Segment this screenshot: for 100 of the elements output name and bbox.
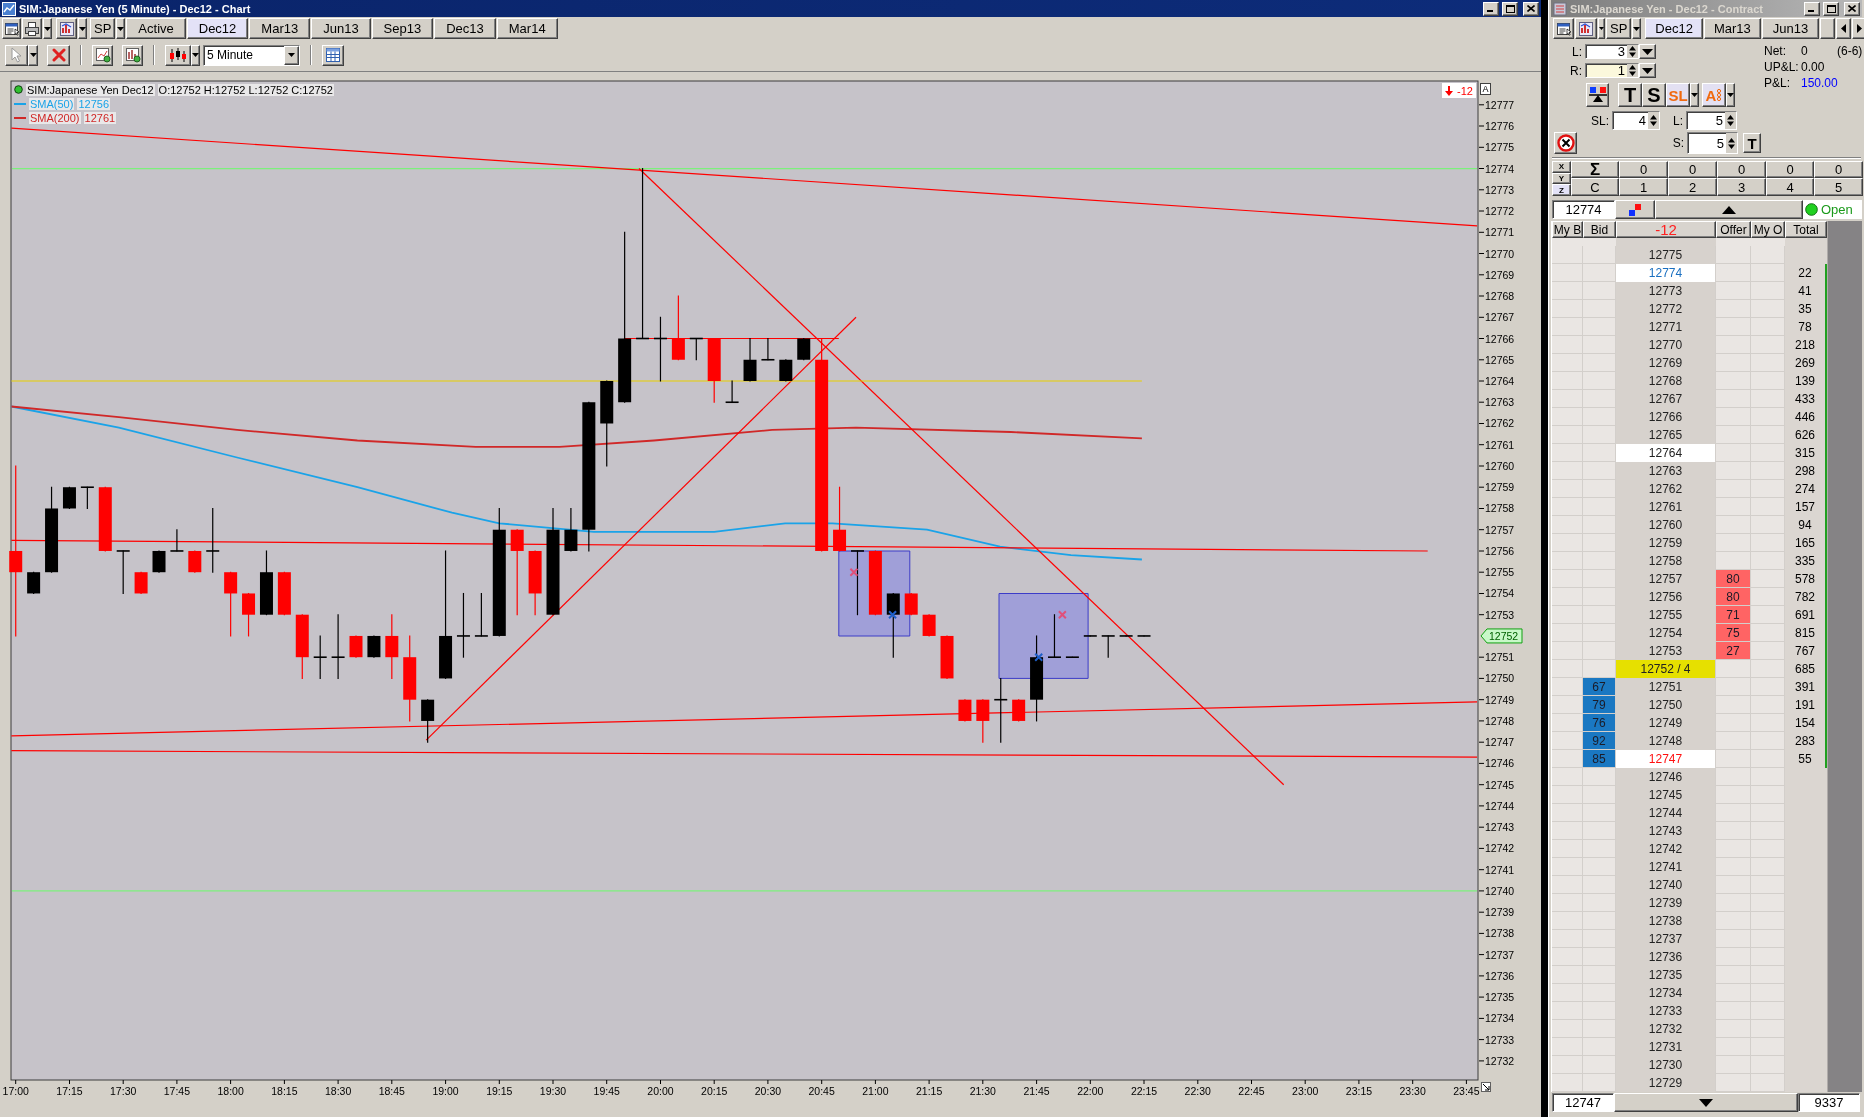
price-cell: 12746 — [1616, 768, 1716, 786]
total-cell: 782 — [1785, 588, 1827, 606]
position-value: 150.00 — [1801, 75, 1838, 90]
stats-cell: 0 — [1766, 161, 1814, 178]
window-title: SIM:Japanese Yen (5 Minute) - Dec12 - Chart — [19, 2, 252, 15]
column-header: Total — [1785, 221, 1827, 238]
price-axis-label: 12745 — [1485, 778, 1515, 791]
stats-cell: 2 — [1668, 178, 1717, 196]
time-axis-label: 20:00 — [647, 1085, 674, 1097]
price-axis-label: 12744 — [1485, 799, 1515, 812]
time-axis-label: 22:45 — [1238, 1085, 1265, 1097]
price-cell: 12747 — [1616, 750, 1716, 768]
time-axis-label: 20:30 — [754, 1085, 782, 1097]
time-axis-label: 22:15 — [1130, 1085, 1158, 1097]
price-axis-label: 12747 — [1485, 736, 1515, 749]
stats-cell: 5 — [1814, 178, 1863, 196]
price-cell: 12774 — [1616, 264, 1716, 282]
price-cell: 12764 — [1616, 444, 1716, 462]
price-cell: 12733 — [1616, 1002, 1716, 1020]
price-axis-label: 12771 — [1485, 226, 1515, 239]
price-cell: 12744 — [1616, 804, 1716, 822]
price-cell: 12758 — [1616, 552, 1716, 570]
time-axis-label: 19:45 — [593, 1085, 620, 1097]
price-axis-label: 12772 — [1485, 205, 1515, 218]
price-cell: 12760 — [1616, 516, 1716, 534]
price-cell: 12763 — [1616, 462, 1716, 480]
status-label: Open — [1821, 202, 1853, 217]
price-axis-label: 12777 — [1485, 98, 1515, 111]
field-label: L: — [1672, 113, 1684, 128]
total-cell: 815 — [1785, 624, 1827, 642]
price-axis-label: 12742 — [1485, 842, 1515, 855]
price-axis-label: 12736 — [1485, 969, 1515, 982]
price-cell: 12769 — [1616, 354, 1716, 372]
time-axis-label: 21:30 — [969, 1085, 996, 1097]
stats-cell: 4 — [1766, 178, 1814, 196]
change-value: -12 — [1457, 84, 1473, 97]
price-axis-label: 12759 — [1485, 481, 1515, 494]
time-axis-label: 18:45 — [378, 1085, 405, 1097]
price-cell: 12732 — [1616, 1020, 1716, 1038]
position-value: 0 — [1801, 43, 1809, 58]
last-price-tag: 12752 — [1480, 628, 1523, 644]
price-axis-label: 12773 — [1485, 183, 1515, 196]
price-axis-label: 12739 — [1485, 906, 1515, 919]
stats-cell: 1 — [1619, 178, 1668, 196]
price-axis-label: 12732 — [1485, 1054, 1515, 1067]
price-cell: 12739 — [1616, 894, 1716, 912]
window-title: SIM:Japanese Yen - Dec12 - Contract — [1570, 2, 1764, 15]
total-cell: 165 — [1785, 534, 1827, 552]
stats-cell: 0 — [1668, 161, 1717, 178]
price-axis-label: 12734 — [1485, 1012, 1515, 1025]
column-header: My B — [1552, 221, 1583, 238]
price-cell: 12753 — [1616, 642, 1716, 660]
price-cell: 12750 — [1616, 696, 1716, 714]
time-axis-label: 23:30 — [1399, 1085, 1426, 1097]
price-axis-label: 12763 — [1485, 396, 1515, 409]
column-header: My O — [1751, 221, 1785, 238]
field-label: S: — [1671, 136, 1685, 150]
price-axis-label: 12776 — [1485, 120, 1515, 133]
price-axis-label: 12757 — [1485, 523, 1515, 536]
price-axis-label: 12765 — [1485, 353, 1515, 366]
total-cell: 191 — [1785, 696, 1827, 714]
price-axis-label: 12761 — [1485, 438, 1515, 451]
price-cell: 12770 — [1616, 336, 1716, 354]
time-axis-label: 19:30 — [539, 1085, 567, 1097]
price-cell: 12737 — [1616, 930, 1716, 948]
total-cell: 626 — [1785, 426, 1827, 444]
price-cell: 12743 — [1616, 822, 1716, 840]
price-axis-label: 12770 — [1485, 247, 1515, 260]
price-cell: 12759 — [1616, 534, 1716, 552]
total-cell: 446 — [1785, 408, 1827, 426]
total-cell: 283 — [1785, 732, 1827, 750]
price-cell: 12768 — [1616, 372, 1716, 390]
time-axis-label: 18:00 — [217, 1085, 244, 1097]
time-axis-label: 17:45 — [163, 1085, 191, 1097]
field-label: SL: — [1590, 113, 1610, 128]
time-axis-label: 18:30 — [324, 1085, 352, 1097]
total-cell: 391 — [1785, 678, 1827, 696]
price-cell: 12762 — [1616, 480, 1716, 498]
position-label: Net: — [1764, 43, 1787, 58]
price-cell: 12738 — [1616, 912, 1716, 930]
price-axis-label: 12774 — [1485, 162, 1515, 175]
stats-cell: 0 — [1814, 161, 1863, 178]
price-cell: 12729 — [1616, 1074, 1716, 1092]
price-axis-label: 12756 — [1485, 544, 1515, 557]
total-cell: 315 — [1785, 444, 1827, 462]
net-change-header: -12 — [1616, 221, 1716, 238]
stats-cell: 3 — [1717, 178, 1766, 196]
stats-cell: C — [1571, 178, 1619, 196]
price-cell: 12757 — [1616, 570, 1716, 588]
price-axis-label: 12740 — [1485, 884, 1515, 897]
total-cell: 94 — [1785, 516, 1827, 534]
position-value: 0.00 — [1801, 59, 1825, 74]
price-cell: 12767 — [1616, 390, 1716, 408]
price-cell: 12752 / 4 — [1616, 660, 1716, 678]
price-axis-label: 12746 — [1485, 757, 1515, 770]
time-axis-label: 20:45 — [808, 1085, 835, 1097]
time-axis-label: 22:30 — [1184, 1085, 1211, 1097]
price-axis-label: 12741 — [1485, 863, 1515, 876]
price-axis-label: 12764 — [1485, 375, 1515, 387]
field-label: L: — [1571, 44, 1583, 59]
